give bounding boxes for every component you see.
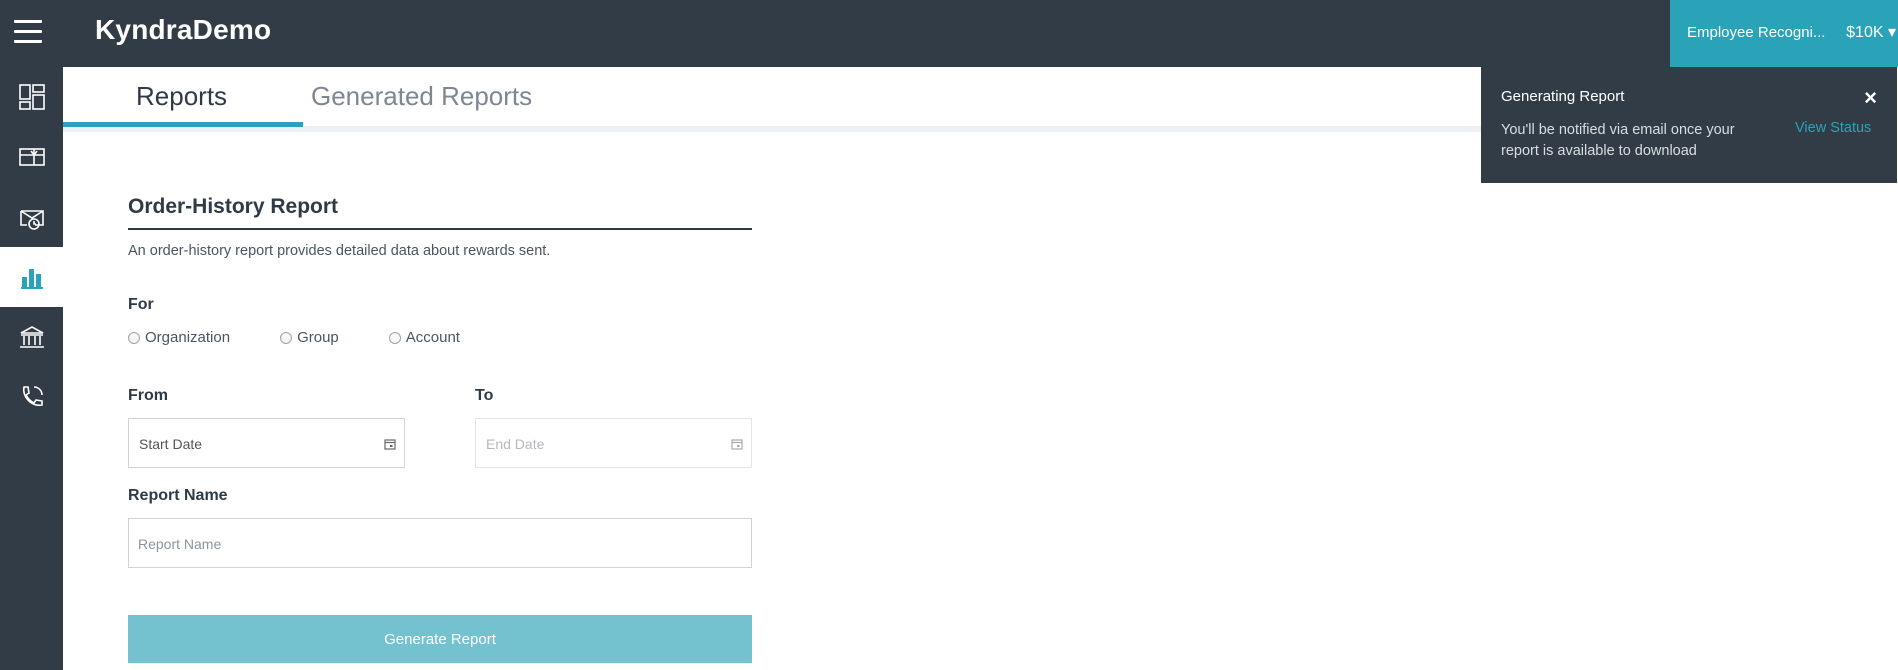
balance-dropdown[interactable]: $10K ▾	[1846, 22, 1896, 42]
report-name-placeholder: Report Name	[138, 536, 222, 552]
radio-organization[interactable]: Organization	[128, 329, 230, 346]
radio-label: Group	[297, 329, 339, 346]
for-label: For	[128, 296, 154, 313]
sidebar	[0, 67, 63, 670]
tab-generated-reports[interactable]: Generated Reports	[311, 81, 532, 112]
active-tab-indicator	[63, 122, 303, 127]
generating-report-toast: Generating Report × You'll be notified v…	[1481, 67, 1897, 183]
account-selector[interactable]: Employee Recogni... $10K ▾	[1670, 0, 1898, 67]
radio-group[interactable]: Group	[280, 329, 339, 346]
sidebar-item-support[interactable]	[0, 367, 63, 427]
from-label: From	[128, 387, 168, 404]
calendar-icon[interactable]	[384, 438, 396, 450]
hamburger-menu-icon[interactable]	[14, 20, 42, 44]
end-date-input[interactable]: End Date	[475, 418, 752, 468]
radio-button[interactable]	[388, 331, 401, 344]
to-label: To	[475, 387, 494, 404]
radio-button[interactable]	[280, 331, 293, 344]
start-date-placeholder: Start Date	[139, 436, 203, 452]
toast-title: Generating Report	[1501, 88, 1625, 105]
radio-account[interactable]: Account	[388, 329, 460, 346]
top-bar: KyndraDemo Employee Recogni... $10K ▾	[0, 0, 1898, 67]
sidebar-item-scheduled[interactable]	[0, 187, 63, 247]
radio-label: Account	[405, 329, 460, 346]
calendar-icon[interactable]	[731, 438, 743, 450]
account-name[interactable]: Employee Recogni...	[1687, 24, 1825, 41]
generate-report-button[interactable]: Generate Report	[128, 615, 752, 663]
form-title: Order-History Report	[128, 195, 752, 230]
brand-name: KyndraDemo	[95, 14, 272, 45]
sidebar-item-dashboard[interactable]	[0, 67, 63, 127]
dashboard-icon	[18, 84, 45, 110]
close-icon[interactable]: ×	[1864, 87, 1877, 109]
gift-card-icon	[18, 148, 45, 166]
end-date-placeholder: End Date	[486, 436, 545, 452]
toast-message: You'll be notified via email once your r…	[1501, 122, 1735, 159]
scheduled-rewards-icon	[19, 210, 44, 230]
view-status-link[interactable]: View Status	[1795, 120, 1871, 136]
radio-label: Organization	[145, 329, 231, 346]
radio-button[interactable]	[128, 331, 140, 344]
reports-bar-chart-icon	[20, 269, 43, 289]
sidebar-item-funding[interactable]	[0, 307, 63, 367]
report-name-label: Report Name	[128, 487, 228, 504]
form-description: An order-history report provides detaile…	[128, 243, 551, 259]
sidebar-item-rewards[interactable]	[0, 127, 63, 187]
sidebar-item-reports[interactable]	[0, 247, 63, 307]
start-date-input[interactable]: Start Date	[128, 418, 405, 468]
report-name-input[interactable]: Report Name	[128, 518, 752, 568]
tab-reports[interactable]: Reports	[136, 81, 227, 112]
for-radio-group: Organization Group Account	[128, 329, 510, 346]
order-history-form: Order-History Report An order-history re…	[128, 195, 752, 663]
bank-icon	[19, 326, 44, 348]
phone-support-icon	[22, 386, 43, 407]
